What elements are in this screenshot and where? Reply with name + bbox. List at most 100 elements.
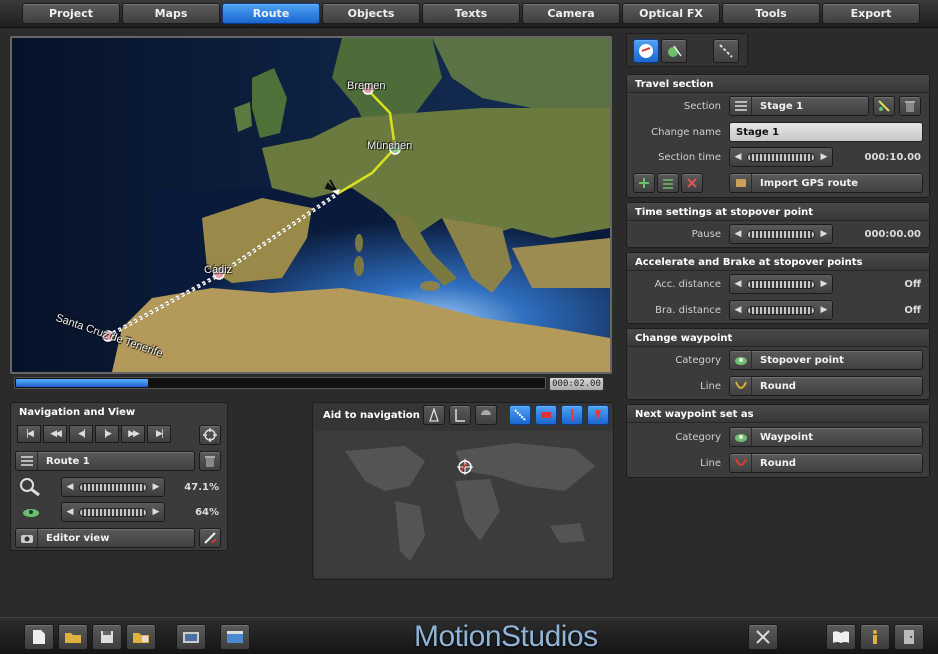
map-label-munchen: München <box>367 140 413 152</box>
go-to-start-icon[interactable]: |◀ <box>17 425 41 443</box>
center-target-icon[interactable] <box>199 425 221 445</box>
save-icon[interactable] <box>92 624 122 650</box>
section-time-slider[interactable]: ◀ ▶ <box>729 147 833 167</box>
split-section-icon[interactable] <box>873 96 895 116</box>
playback-controls: |◀ ◀◀ ◀| |▶ ▶▶ ▶| <box>17 425 177 443</box>
delete-route-icon[interactable] <box>199 451 221 471</box>
tilt-icon <box>21 505 41 522</box>
view-mode-selector[interactable]: Editor view <box>15 528 195 548</box>
angle-icon[interactable] <box>449 405 471 425</box>
change-category-selector[interactable]: Stopover point <box>729 350 923 370</box>
timeline-progress-fill <box>16 379 148 387</box>
next-line-row: Line Round <box>627 453 929 475</box>
change-line-selector[interactable]: Round <box>729 376 923 396</box>
bra-distance-row: Bra. distance ◀ ▶ Off <box>627 300 929 322</box>
tab-tools[interactable]: Tools <box>722 3 820 24</box>
section-selector[interactable]: Stage 1 <box>729 96 869 116</box>
route-tool-strip <box>626 33 748 67</box>
tools-icon[interactable] <box>748 624 778 650</box>
europe-map <box>12 38 610 372</box>
line-draw-icon[interactable] <box>713 39 739 63</box>
route-direction-icon[interactable] <box>633 39 659 63</box>
compass-icon[interactable] <box>423 405 445 425</box>
change-category-row: Category Stopover point <box>627 350 929 372</box>
timecode-display: 000:02.00 <box>549 377 604 391</box>
tab-objects[interactable]: Objects <box>322 3 420 24</box>
acc-distance-value: Off <box>904 279 921 290</box>
tab-texts[interactable]: Texts <box>422 3 520 24</box>
save-as-icon[interactable] <box>126 624 156 650</box>
parachute-icon[interactable] <box>475 405 497 425</box>
acc-distance-slider[interactable]: ◀ ▶ <box>729 274 833 294</box>
pause-slider[interactable]: ◀ ▶ <box>729 224 833 244</box>
next-category-label: Category <box>675 432 721 443</box>
remove-waypoint-icon[interactable] <box>681 173 703 193</box>
tab-project[interactable]: Project <box>22 3 120 24</box>
curve-icon <box>730 454 752 472</box>
next-waypoint-title: Next waypoint set as <box>627 405 929 423</box>
exit-door-icon[interactable] <box>894 624 924 650</box>
section-time-row: Section time ◀ ▶ 000:10.00 <box>627 147 929 169</box>
time-settings-panel: Time settings at stopover point Pause ◀ ▶… <box>626 202 930 248</box>
pause-label: Pause <box>691 229 721 240</box>
manual-book-icon[interactable] <box>826 624 856 650</box>
import-gps-route-button[interactable]: Import GPS route <box>729 173 923 193</box>
open-folder-icon[interactable] <box>58 624 88 650</box>
view-settings-icon[interactable] <box>199 528 221 548</box>
go-to-end-icon[interactable]: ▶| <box>147 425 171 443</box>
timeline-progress-bar[interactable] <box>14 377 546 389</box>
tab-camera[interactable]: Camera <box>522 3 620 24</box>
change-line-row: Line Round <box>627 376 929 398</box>
bottom-toolbar: MotionStudios <box>0 617 938 654</box>
next-line-value: Round <box>760 457 796 469</box>
marker-icon[interactable] <box>587 405 609 425</box>
gps-icon <box>730 174 752 192</box>
navigation-panel-title: Navigation and View <box>19 407 136 418</box>
add-waypoint-icon[interactable] <box>633 173 655 193</box>
next-line-selector[interactable]: Round <box>729 453 923 473</box>
list-icon <box>730 97 752 115</box>
route-selector[interactable]: Route 1 <box>15 451 195 471</box>
brand-logo: MotionStudios <box>414 620 598 653</box>
zoom-slider[interactable]: ◀ ▶ <box>61 477 165 497</box>
import-gps-label: Import GPS route <box>760 177 859 189</box>
fast-forward-icon[interactable]: ▶▶ <box>121 425 145 443</box>
media-library-icon[interactable] <box>176 624 206 650</box>
info-icon[interactable] <box>860 624 890 650</box>
tab-route[interactable]: Route <box>222 3 320 24</box>
world-minimap[interactable] <box>315 431 613 577</box>
insert-waypoint-icon[interactable] <box>657 173 679 193</box>
next-category-value: Waypoint <box>760 431 813 443</box>
bra-distance-slider[interactable]: ◀ ▶ <box>729 300 833 320</box>
aid-to-navigation-panel: Aid to navigation <box>312 402 614 580</box>
next-category-row: Category Waypoint <box>627 427 929 449</box>
line-tool-icon[interactable] <box>509 405 531 425</box>
next-category-selector[interactable]: Waypoint <box>729 427 923 447</box>
pause-value: 000:00.00 <box>864 229 921 240</box>
next-waypoint-panel: Next waypoint set as Category Waypoint L… <box>626 404 930 478</box>
step-back-icon[interactable]: ◀| <box>69 425 93 443</box>
stopover-icon <box>730 351 752 369</box>
fast-rewind-icon[interactable]: ◀◀ <box>43 425 67 443</box>
new-project-icon[interactable] <box>24 624 54 650</box>
tab-maps[interactable]: Maps <box>122 3 220 24</box>
tilt-slider[interactable]: ◀ ▶ <box>61 502 165 522</box>
tab-optical-fx[interactable]: Optical FX <box>622 3 720 24</box>
map-viewport[interactable]: Bremen München Cádiz Santa Cruz de Tener… <box>10 36 612 374</box>
tilt-value: 64% <box>195 507 219 518</box>
next-line-label: Line <box>700 458 721 469</box>
bra-distance-label: Bra. distance <box>655 305 721 316</box>
camera-icon <box>16 529 38 547</box>
film-clapper-icon[interactable] <box>220 624 250 650</box>
tab-export[interactable]: Export <box>822 3 920 24</box>
step-forward-icon[interactable]: |▶ <box>95 425 119 443</box>
change-name-field[interactable]: Stage 1 <box>729 122 923 142</box>
aid-panel-title: Aid to navigation <box>323 410 420 421</box>
vehicle-icon[interactable] <box>535 405 557 425</box>
waypoint-tool-icon[interactable] <box>661 39 687 63</box>
section-time-value: 000:10.00 <box>864 152 921 163</box>
change-waypoint-title: Change waypoint <box>627 329 929 347</box>
pin-icon[interactable] <box>561 405 583 425</box>
time-settings-title: Time settings at stopover point <box>627 203 929 221</box>
delete-section-icon[interactable] <box>899 96 921 116</box>
